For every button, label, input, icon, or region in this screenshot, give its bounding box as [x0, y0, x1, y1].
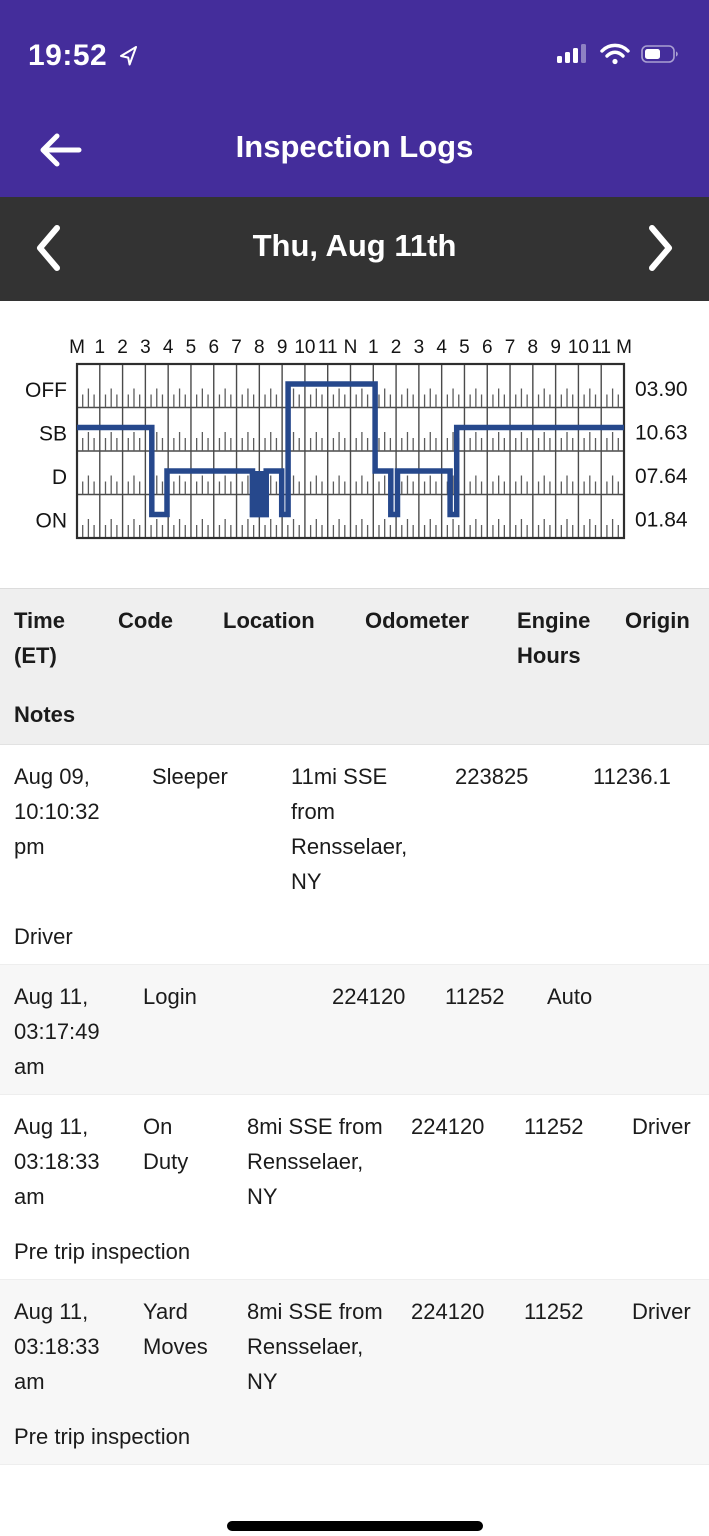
duty-row-label: SB — [39, 423, 67, 446]
duty-row-label: ON — [36, 510, 68, 533]
duty-graph: M1234567891011N1234567891011MOFF03.90SB1… — [0, 323, 709, 551]
date-label: Thu, Aug 11th — [0, 228, 709, 264]
svg-text:5: 5 — [459, 337, 470, 358]
log-entry: Aug 09, 10:10:32 pmSleeper11mi SSE from … — [0, 745, 709, 965]
svg-text:11: 11 — [318, 337, 338, 358]
status-bar: 19:52 — [0, 0, 709, 78]
log-table: Time (ET)CodeLocationOdometerEngine Hour… — [0, 588, 709, 1465]
entry-cell: 224120 — [332, 979, 445, 1014]
entry-notes: Pre trip inspection — [14, 1234, 695, 1269]
phone-screen: 19:52 — [0, 0, 709, 1536]
duty-row-label: OFF — [25, 379, 67, 402]
cellular-signal-icon — [555, 42, 589, 71]
header-cell: Time (ET) — [14, 603, 118, 673]
entry-cell: 11252 — [524, 1109, 632, 1144]
svg-text:6: 6 — [208, 337, 219, 358]
entry-cell: Aug 11, 03:18:33 am — [14, 1109, 143, 1214]
duty-row-total: 07.64 — [635, 465, 688, 488]
entry-cell: 11mi SSE from Rensselaer, NY — [291, 759, 455, 899]
svg-text:7: 7 — [231, 337, 242, 358]
header-cell: Origin — [625, 603, 709, 638]
entry-cell: 11252 — [524, 1294, 632, 1329]
entry-cell: Aug 11, 03:17:49 am — [14, 979, 143, 1084]
entry-cell: Login — [143, 979, 332, 1014]
entry-row: Aug 11, 03:18:33 amYard Moves8mi SSE fro… — [14, 1294, 695, 1399]
page-title: Inspection Logs — [0, 129, 709, 165]
log-table-head: Time (ET)CodeLocationOdometerEngine Hour… — [0, 589, 709, 745]
location-arrow-icon — [117, 43, 141, 72]
entry-cell: On Duty — [143, 1109, 247, 1179]
log-entry: Aug 11, 03:17:49 amLogin22412011252Auto — [0, 965, 709, 1095]
entry-cell: Aug 11, 03:18:33 am — [14, 1294, 143, 1399]
entry-notes: Pre trip inspection — [14, 1419, 695, 1454]
log-entry: Aug 11, 03:18:33 amOn Duty8mi SSE from R… — [0, 1095, 709, 1280]
svg-text:4: 4 — [163, 337, 174, 358]
entry-cell: 224120 — [411, 1294, 524, 1329]
svg-text:8: 8 — [254, 337, 265, 358]
entry-cell: 224120 — [411, 1109, 524, 1144]
svg-text:7: 7 — [505, 337, 516, 358]
svg-text:6: 6 — [482, 337, 493, 358]
next-day-button[interactable] — [629, 219, 693, 279]
app-header: 19:52 — [0, 0, 709, 197]
entry-cell: Auto — [547, 979, 695, 1014]
svg-text:8: 8 — [528, 337, 539, 358]
svg-text:5: 5 — [186, 337, 197, 358]
svg-text:9: 9 — [277, 337, 288, 358]
svg-text:1: 1 — [95, 337, 106, 358]
entry-cell: 8mi SSE from Rensselaer, NY — [247, 1294, 411, 1399]
header-cell: Code — [118, 603, 223, 638]
svg-text:M: M — [69, 337, 85, 358]
duty-row-label: D — [52, 466, 67, 489]
entry-cell: 11236.1 — [593, 759, 697, 794]
duty-row-total: 10.63 — [635, 422, 688, 445]
wifi-icon — [599, 42, 631, 71]
entry-cell: 223825 — [455, 759, 593, 794]
svg-text:11: 11 — [591, 337, 611, 358]
entry-row: Aug 11, 03:17:49 amLogin22412011252Auto — [14, 979, 695, 1084]
header-cell: Location — [223, 603, 365, 638]
header-cell: Odometer — [365, 603, 517, 638]
entry-cell: Sleeper — [152, 759, 291, 794]
battery-icon — [641, 42, 681, 71]
header-notes: Notes — [14, 697, 695, 732]
entry-row: Aug 09, 10:10:32 pmSleeper11mi SSE from … — [14, 759, 695, 899]
log-entry: Aug 11, 03:18:33 amYard Moves8mi SSE fro… — [0, 1280, 709, 1465]
svg-text:M: M — [616, 337, 632, 358]
svg-text:10: 10 — [294, 337, 315, 358]
svg-text:3: 3 — [414, 337, 425, 358]
entry-cell: Driver — [632, 1109, 709, 1144]
svg-text:N: N — [344, 337, 358, 358]
entry-cell: Aug 09, 10:10:32 pm — [14, 759, 152, 864]
svg-text:1: 1 — [368, 337, 379, 358]
duty-row-total: 03.90 — [635, 378, 688, 401]
entry-row: Aug 11, 03:18:33 amOn Duty8mi SSE from R… — [14, 1109, 695, 1214]
header-row: Time (ET)CodeLocationOdometerEngine Hour… — [14, 603, 695, 673]
entry-notes: Driver — [14, 919, 695, 954]
entry-cell: Driver — [632, 1294, 709, 1329]
entry-cell: 11252 — [445, 979, 547, 1014]
hos-graph-section: M1234567891011N1234567891011MOFF03.90SB1… — [0, 301, 709, 588]
date-nav: Thu, Aug 11th — [0, 197, 709, 301]
duty-row-total: 01.84 — [635, 509, 688, 532]
svg-text:10: 10 — [568, 337, 589, 358]
header-cell: Engine Hours — [517, 603, 625, 673]
clock-label: 19:52 — [28, 39, 107, 73]
svg-text:4: 4 — [436, 337, 447, 358]
svg-text:9: 9 — [550, 337, 561, 358]
log-table-body: Aug 09, 10:10:32 pmSleeper11mi SSE from … — [0, 745, 709, 1465]
entry-cell: Yard Moves — [143, 1294, 247, 1364]
svg-text:2: 2 — [117, 337, 128, 358]
home-indicator[interactable] — [227, 1521, 483, 1531]
entry-cell: 8mi SSE from Rensselaer, NY — [247, 1109, 411, 1214]
svg-text:3: 3 — [140, 337, 151, 358]
svg-text:2: 2 — [391, 337, 402, 358]
chevron-right-icon — [646, 260, 676, 275]
